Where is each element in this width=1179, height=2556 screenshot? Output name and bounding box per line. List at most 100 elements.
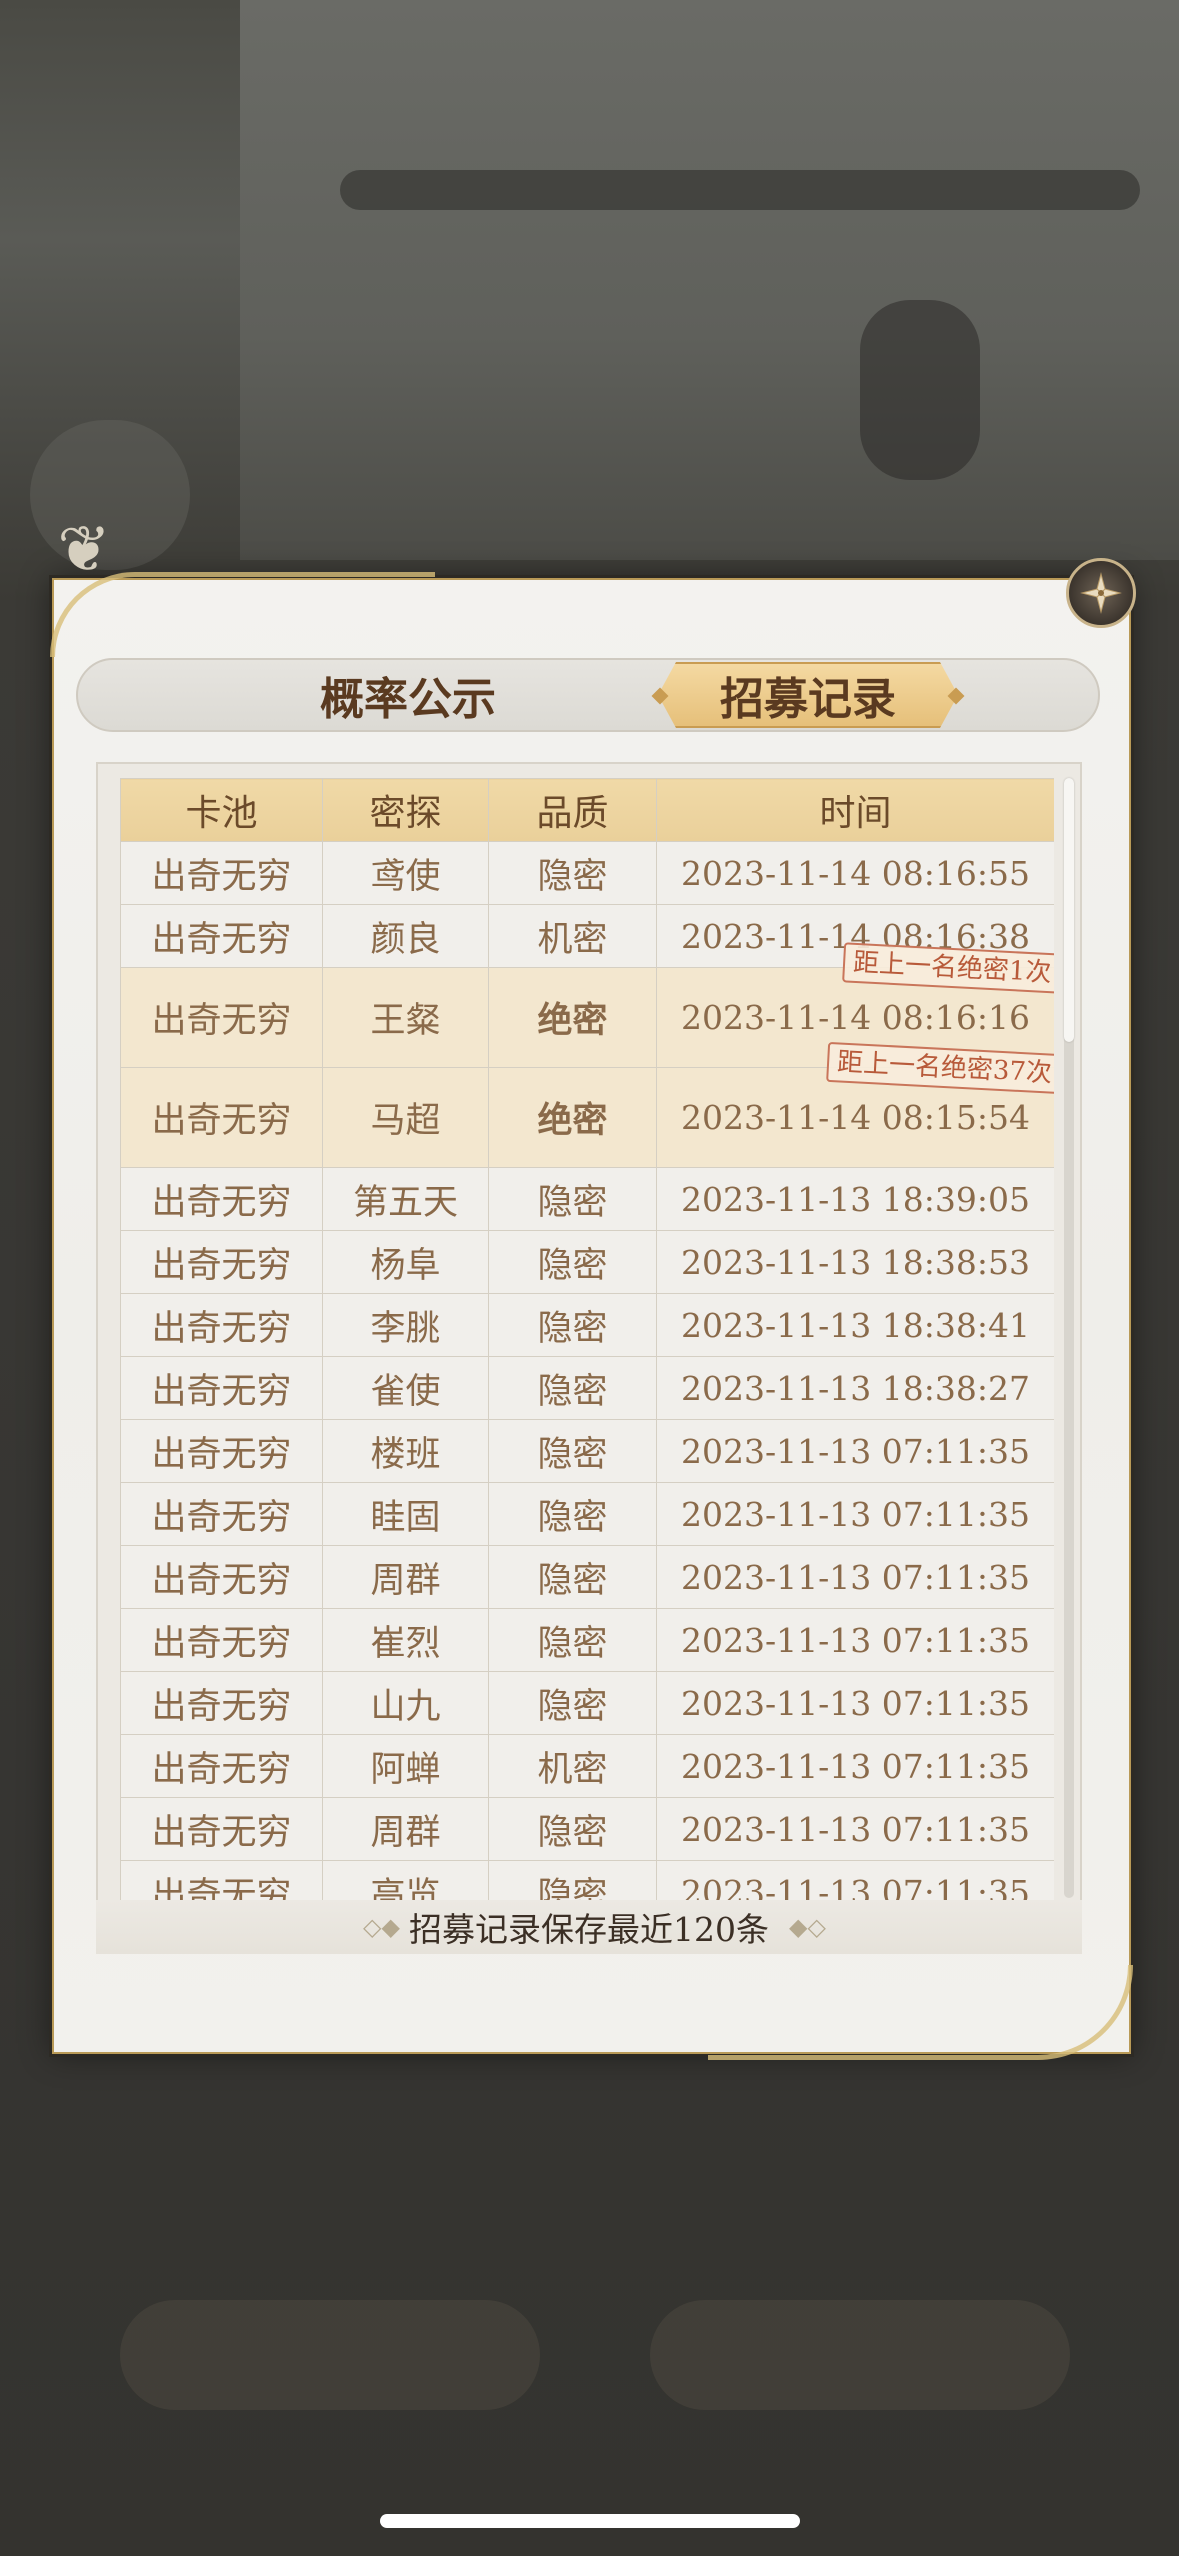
tab-probability-label: 概率公示 bbox=[320, 674, 496, 725]
cell-time: 2023-11-13 18:39:05 bbox=[656, 1167, 1054, 1231]
home-indicator[interactable] bbox=[380, 2514, 800, 2528]
cell-quality: 隐密 bbox=[488, 1230, 657, 1294]
time-text: 2023-11-13 07:11:35 bbox=[681, 1557, 1030, 1597]
time-text: 2023-11-13 07:11:35 bbox=[681, 1431, 1030, 1471]
cell-time: 2023-11-13 07:11:35 bbox=[656, 1860, 1054, 1901]
cell-agent: 鸢使 bbox=[322, 841, 489, 905]
cell-agent: 山九 bbox=[322, 1671, 489, 1735]
records-table: 卡池 密探 品质 时间 出奇无穷 鸢使 隐密 2023-11-14 08:16:55 出… bbox=[120, 778, 1054, 1900]
tab-records-label: 招募记录 bbox=[720, 674, 896, 725]
tab-records[interactable]: 招募记录 bbox=[618, 660, 998, 730]
bird-ornament-icon: ❦ bbox=[57, 513, 111, 587]
time-text: 2023-11-13 18:38:27 bbox=[681, 1368, 1030, 1408]
cell-pool: 出奇无穷 bbox=[120, 1482, 323, 1546]
cell-time: 2023-11-13 18:38:27 bbox=[656, 1356, 1054, 1420]
cell-pool: 出奇无穷 bbox=[120, 1230, 323, 1294]
table-row: 出奇无穷 周群 隐密 2023-11-13 07:11:35 bbox=[120, 1545, 1054, 1609]
cell-time: 2023-11-13 07:11:35 bbox=[656, 1797, 1054, 1861]
time-text: 2023-11-14 08:16:55 bbox=[681, 853, 1030, 893]
cell-pool: 出奇无穷 bbox=[120, 1419, 323, 1483]
time-text: 2023-11-14 08:16:16 bbox=[681, 998, 1030, 1037]
cell-agent: 楼班 bbox=[322, 1419, 489, 1483]
header-quality: 品质 bbox=[488, 778, 657, 842]
table-row: 出奇无穷 山九 隐密 2023-11-13 07:11:35 bbox=[120, 1671, 1054, 1735]
time-text: 2023-11-13 18:38:53 bbox=[681, 1242, 1030, 1282]
time-text: 2023-11-13 18:38:41 bbox=[681, 1305, 1030, 1345]
close-button[interactable] bbox=[1066, 558, 1136, 628]
cell-agent: 马超 bbox=[322, 1067, 489, 1168]
table-row: 出奇无穷 阿蝉 机密 2023-11-13 07:11:35 bbox=[120, 1734, 1054, 1798]
cell-quality: 隐密 bbox=[488, 1482, 657, 1546]
table-row: 出奇无穷 鸢使 隐密 2023-11-14 08:16:55 bbox=[120, 841, 1054, 905]
cell-time: 2023-11-13 18:38:41 bbox=[656, 1293, 1054, 1357]
time-text: 2023-11-13 07:11:35 bbox=[681, 1872, 1030, 1901]
cell-agent: 崔烈 bbox=[322, 1608, 489, 1672]
tab-probability[interactable]: 概率公示 bbox=[258, 660, 558, 730]
table-header-row: 卡池 密探 品质 时间 bbox=[120, 778, 1054, 842]
cell-quality: 隐密 bbox=[488, 1293, 657, 1357]
cell-time: 2023-11-13 07:11:35 bbox=[656, 1419, 1054, 1483]
cell-quality: 隐密 bbox=[488, 1545, 657, 1609]
cell-pool: 出奇无穷 bbox=[120, 904, 323, 968]
table-row: 出奇无穷 周群 隐密 2023-11-13 07:11:35 bbox=[120, 1797, 1054, 1861]
footer-note: ◇◆ 招募记录保存最近120条 ◆◇ bbox=[96, 1900, 1082, 1954]
cell-quality: 绝密 bbox=[488, 1067, 657, 1168]
time-text: 2023-11-13 07:11:35 bbox=[681, 1746, 1030, 1786]
close-flower-icon bbox=[1080, 572, 1122, 614]
cell-agent: 高览 bbox=[322, 1860, 489, 1900]
cell-agent: 颜良 bbox=[322, 904, 489, 968]
time-text: 2023-11-13 07:11:35 bbox=[681, 1683, 1030, 1723]
cell-quality: 机密 bbox=[488, 904, 657, 968]
time-text: 2023-11-13 07:11:35 bbox=[681, 1494, 1030, 1534]
cell-agent: 眭固 bbox=[322, 1482, 489, 1546]
cell-pool: 出奇无穷 bbox=[120, 1545, 323, 1609]
header-agent: 密探 bbox=[322, 778, 489, 842]
cell-pool: 出奇无穷 bbox=[120, 1167, 323, 1231]
table-row: 出奇无穷 高览 隐密 2023-11-13 07:11:35 bbox=[120, 1860, 1054, 1901]
cell-quality: 隐密 bbox=[488, 1167, 657, 1231]
ornament-right-icon: ◆◇ bbox=[789, 1913, 826, 1941]
cell-quality: 隐密 bbox=[488, 1608, 657, 1672]
cell-time: 2023-11-13 07:11:35 bbox=[656, 1608, 1054, 1672]
records-table-frame: 卡池 密探 品质 时间 出奇无穷 鸢使 隐密 2023-11-14 08:16:55 出… bbox=[96, 762, 1082, 1954]
cell-pool: 出奇无穷 bbox=[120, 1356, 323, 1420]
header-time: 时间 bbox=[656, 778, 1054, 842]
cell-pool: 出奇无穷 bbox=[120, 1860, 323, 1900]
cell-quality: 隐密 bbox=[488, 841, 657, 905]
table-row: 出奇无穷 马超 绝密 2023-11-14 08:15:54 距上一名绝密37次 bbox=[120, 1041, 1054, 1168]
scrollbar-thumb[interactable] bbox=[1064, 778, 1074, 1042]
cell-pool: 出奇无穷 bbox=[120, 1671, 323, 1735]
cell-pool: 出奇无穷 bbox=[120, 841, 323, 905]
cell-quality: 隐密 bbox=[488, 1671, 657, 1735]
cell-agent: 周群 bbox=[322, 1797, 489, 1861]
cell-pool: 出奇无穷 bbox=[120, 1608, 323, 1672]
gold-frame-bottom bbox=[708, 1965, 1133, 2060]
table-row: 出奇无穷 崔烈 隐密 2023-11-13 07:11:35 bbox=[120, 1608, 1054, 1672]
cell-pool: 出奇无穷 bbox=[120, 1797, 323, 1861]
footer-note-text: 招募记录保存最近120条 bbox=[409, 1910, 769, 1949]
tab-bar: 概率公示 招募记录 bbox=[76, 658, 1100, 732]
table-row: 出奇无穷 杨阜 隐密 2023-11-13 18:38:53 bbox=[120, 1230, 1054, 1294]
table-row: 出奇无穷 楼班 隐密 2023-11-13 07:11:35 bbox=[120, 1419, 1054, 1483]
cell-time: 2023-11-14 08:16:55 bbox=[656, 841, 1054, 905]
header-pool: 卡池 bbox=[120, 778, 323, 842]
cell-agent: 第五天 bbox=[322, 1167, 489, 1231]
ornament-left-icon: ◇◆ bbox=[363, 1913, 400, 1941]
cell-agent: 周群 bbox=[322, 1545, 489, 1609]
cell-time: 2023-11-13 07:11:35 bbox=[656, 1671, 1054, 1735]
cell-pool: 出奇无穷 bbox=[120, 967, 323, 1068]
cell-agent: 李朓 bbox=[322, 1293, 489, 1357]
cell-time: 2023-11-14 08:15:54 距上一名绝密37次 bbox=[656, 1041, 1054, 1168]
cell-pool: 出奇无穷 bbox=[120, 1734, 323, 1798]
cell-quality: 隐密 bbox=[488, 1860, 657, 1900]
records-scroll-area[interactable]: 卡池 密探 品质 时间 出奇无穷 鸢使 隐密 2023-11-14 08:16:55 出… bbox=[120, 778, 1054, 1900]
cell-agent: 王粲 bbox=[322, 967, 489, 1068]
cell-pool: 出奇无穷 bbox=[120, 1067, 323, 1168]
table-row: 出奇无穷 眭固 隐密 2023-11-13 07:11:35 bbox=[120, 1482, 1054, 1546]
cell-quality: 绝密 bbox=[488, 967, 657, 1068]
cell-agent: 雀使 bbox=[322, 1356, 489, 1420]
cell-time: 2023-11-13 18:38:53 bbox=[656, 1230, 1054, 1294]
cell-quality: 隐密 bbox=[488, 1419, 657, 1483]
time-text: 2023-11-13 07:11:35 bbox=[681, 1620, 1030, 1660]
scrollbar[interactable] bbox=[1064, 778, 1074, 1898]
